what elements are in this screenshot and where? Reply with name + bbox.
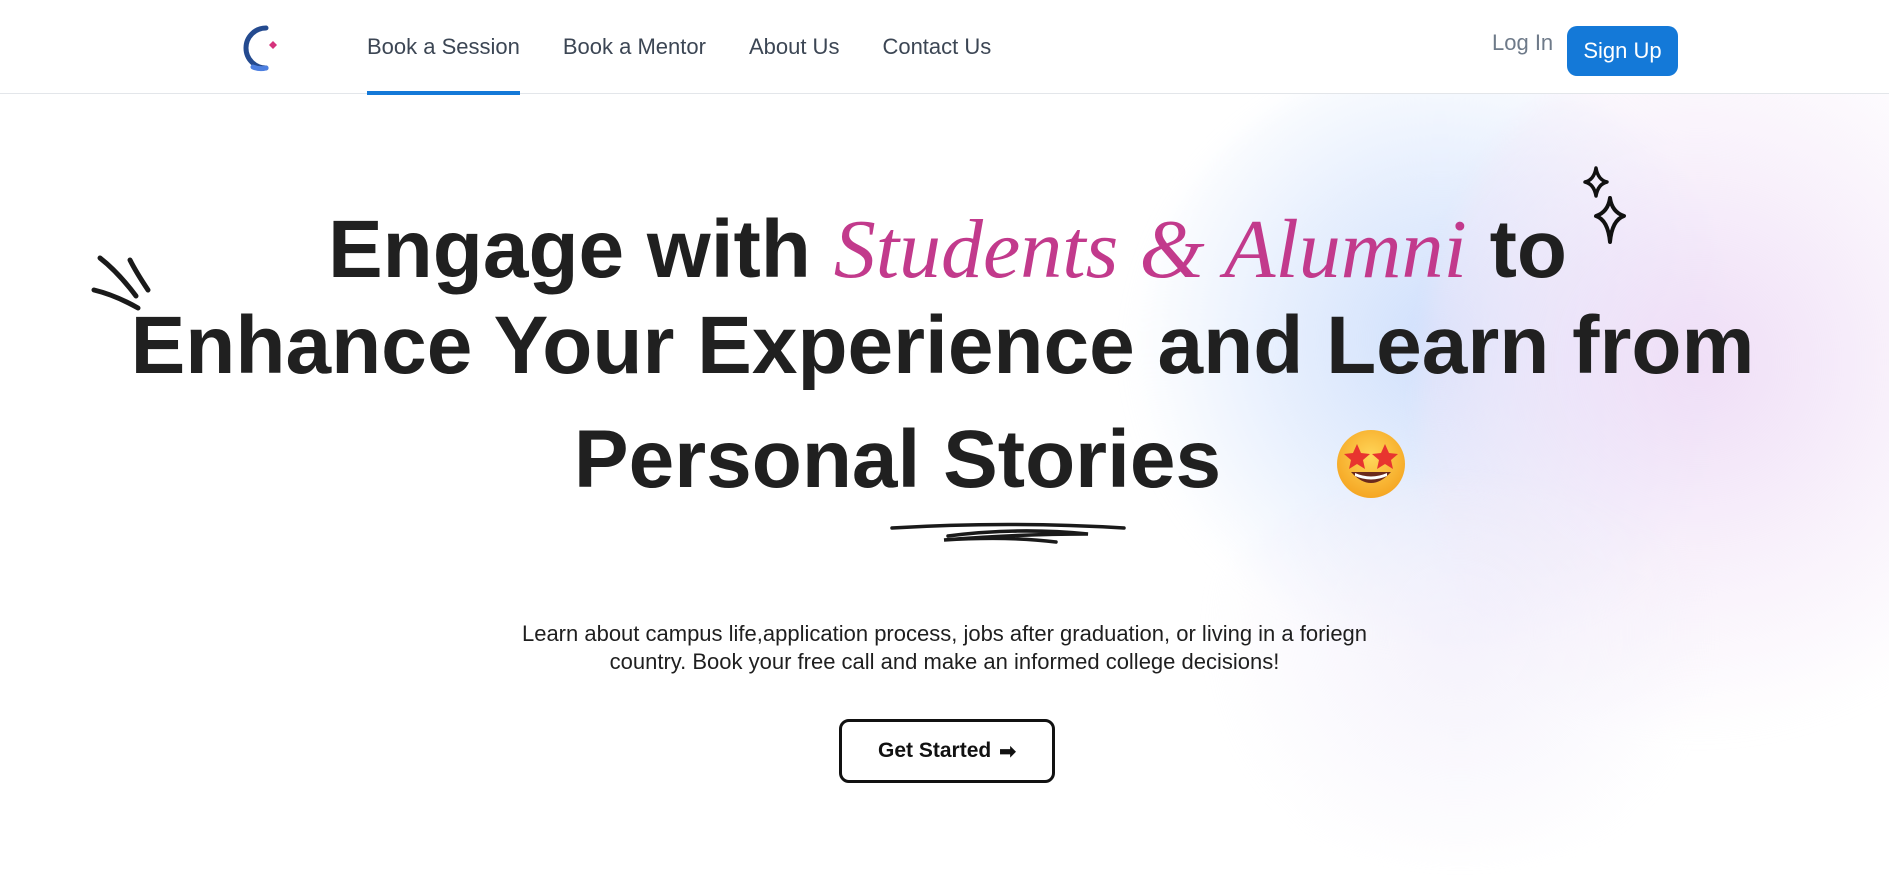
login-link[interactable]: Log In bbox=[1492, 30, 1553, 56]
subtitle-line-2: country. Book your free call and make an… bbox=[609, 649, 1280, 674]
hero-highlight-text: Students & Alumni bbox=[833, 203, 1467, 296]
get-started-button[interactable]: Get Started ➡ bbox=[839, 719, 1055, 783]
nav-about-us[interactable]: About Us bbox=[749, 0, 840, 93]
hero-subtitle: Learn about campus life,application proc… bbox=[0, 620, 1889, 676]
star-struck-emoji-icon bbox=[1337, 430, 1405, 498]
landing-page: Book a Session Book a Mentor About Us Co… bbox=[0, 0, 1889, 875]
main-nav: Book a Session Book a Mentor About Us Co… bbox=[367, 0, 1034, 95]
hero-heading-line-2: Enhance Your Experience and Learn from bbox=[130, 300, 1755, 391]
nav-book-session[interactable]: Book a Session bbox=[367, 0, 520, 95]
top-navbar: Book a Session Book a Mentor About Us Co… bbox=[0, 0, 1889, 95]
scribble-underline bbox=[890, 522, 1126, 544]
brand-logo-icon[interactable] bbox=[233, 20, 289, 76]
nav-book-mentor[interactable]: Book a Mentor bbox=[563, 0, 706, 93]
hero-heading-line-1: Engage with Students & Alumni to bbox=[3, 200, 1889, 300]
hero-line1-end: to bbox=[1489, 204, 1568, 295]
get-started-label: Get Started bbox=[878, 739, 992, 762]
arrow-right-icon: ➡ bbox=[999, 740, 1016, 763]
hero-line1-start: Engage with bbox=[327, 204, 811, 295]
hero-heading-line-3: Personal Stories bbox=[573, 414, 1222, 505]
nav-contact-us[interactable]: Contact Us bbox=[882, 0, 991, 93]
signup-button[interactable]: Sign Up bbox=[1567, 26, 1678, 76]
subtitle-line-1: Learn about campus life,application proc… bbox=[521, 621, 1368, 646]
